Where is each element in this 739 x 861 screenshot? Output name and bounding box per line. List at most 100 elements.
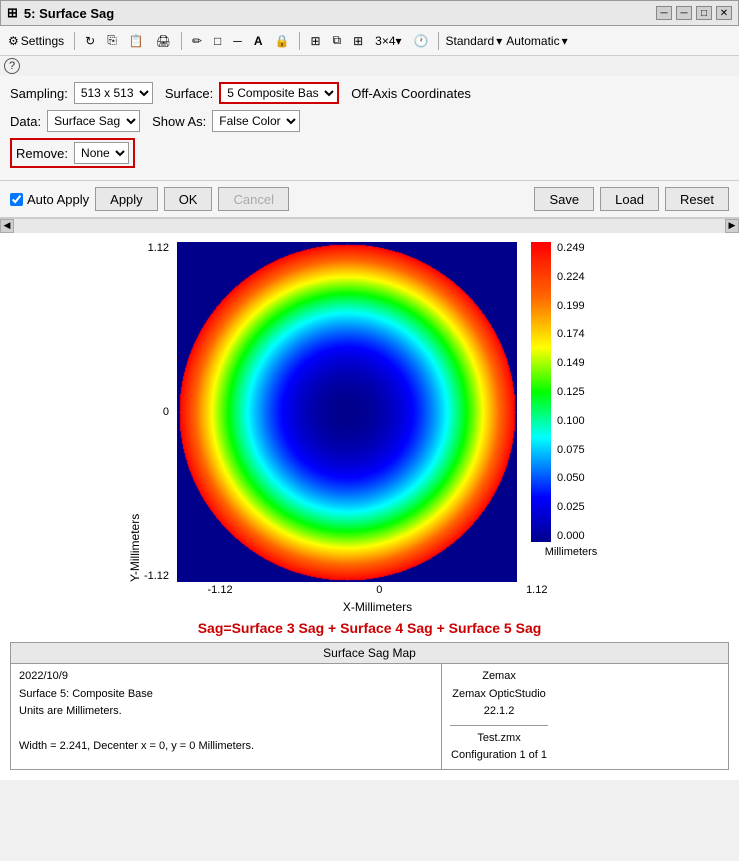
auto-apply-checkbox[interactable] (10, 193, 23, 206)
scroll-right-button[interactable]: ▶ (725, 219, 739, 233)
title-bar: ⊞ 5: Surface Sag ─ ─ □ ✕ (0, 0, 739, 26)
info-software: Zemax OpticStudio 22.1.2 (452, 688, 546, 718)
grid-size-button[interactable]: 3×4▾ (371, 32, 405, 50)
clock-icon: 🕐 (414, 34, 429, 48)
offaxis-group: Off-Axis Coordinates (351, 86, 471, 101)
settings-label: Settings (21, 34, 64, 48)
rectangle-button[interactable]: □ (210, 32, 225, 50)
maximize-button[interactable]: □ (696, 6, 712, 20)
save-button[interactable]: Save (534, 187, 594, 211)
colorbar-canvas (531, 242, 551, 542)
colorbar-label-9: 0.025 (557, 501, 585, 513)
colorbar-label-8: 0.050 (557, 472, 585, 484)
y-tick-top: 1.12 (144, 242, 169, 254)
print-button[interactable]: 🖨 (152, 32, 175, 50)
line-button[interactable]: ─ (229, 32, 246, 50)
text-icon: A (254, 34, 263, 48)
settings-icon: ⚙ (8, 34, 19, 48)
sampling-select[interactable]: 513 x 513 (74, 82, 153, 104)
automatic-label: Automatic (506, 34, 559, 48)
remove-select[interactable]: None (74, 142, 129, 164)
window-icon: ⊞ (7, 5, 18, 21)
horizontal-scrollbar[interactable]: ◀ ▶ (0, 218, 739, 232)
reset-button[interactable]: Reset (665, 187, 729, 211)
close-button[interactable]: ✕ (716, 6, 732, 20)
plot-canvas (177, 242, 517, 582)
grid-button[interactable]: ⊞ (306, 32, 324, 50)
pencil-icon: ✏ (192, 34, 202, 48)
chart-container: Y-Millimeters 1.12 0 -1.12 (128, 242, 611, 614)
info-zemax-top: Zemax Zemax OpticStudio 22.1.2 (450, 668, 548, 721)
standard-chevron-icon: ▾ (496, 34, 502, 48)
cancel-button[interactable]: Cancel (218, 187, 288, 211)
pencil-button[interactable]: ✏ (188, 32, 206, 50)
toolbar: ⚙ Settings ↻ ⎘ 📋 🖨 ✏ □ ─ A 🔒 ⊞ ⧉ ⊞ 3×4▾ … (0, 26, 739, 56)
grid-size-label: 3×4▾ (375, 34, 401, 48)
showas-select[interactable]: False Color (212, 110, 300, 132)
pin-button[interactable]: ─ (656, 6, 672, 20)
window-title: 5: Surface Sag (24, 6, 114, 21)
copy-icon: ⎘ (107, 33, 117, 48)
ok-button[interactable]: OK (164, 187, 213, 211)
toolbar-separator-1 (74, 32, 75, 50)
y-tick-mid: 0 (144, 406, 169, 418)
controls-row-1: Sampling: 513 x 513 Surface: 5 Composite… (10, 82, 729, 104)
minimize-button[interactable]: ─ (676, 6, 692, 20)
reload-button[interactable]: ↻ (81, 32, 99, 50)
data-select[interactable]: Surface Sag (47, 110, 140, 132)
info-company: Zemax (482, 670, 516, 682)
layers-button[interactable]: ⧉ (329, 31, 346, 50)
help-button[interactable]: ? (4, 58, 20, 74)
info-file: Test.zmx (477, 732, 520, 744)
surface-group: Surface: 5 Composite Bas (165, 82, 339, 104)
controls-row-3: Remove: None (10, 138, 729, 168)
text-button[interactable]: A (250, 32, 267, 50)
rectangle-icon: □ (214, 34, 221, 48)
toolbar-separator-4 (438, 32, 439, 50)
info-cell-right: Zemax Zemax OpticStudio 22.1.2 Test.zmx … (442, 664, 556, 769)
y-tick-bot: -1.12 (144, 570, 169, 582)
toolbar-separator-2 (181, 32, 182, 50)
showas-group: Show As: False Color (152, 110, 300, 132)
colorbar-label-5: 0.125 (557, 386, 585, 398)
help-row: ? (0, 56, 739, 76)
clipboard-button[interactable]: 📋 (125, 32, 148, 50)
controls-panel: Sampling: 513 x 513 Surface: 5 Composite… (0, 76, 739, 181)
x-axis-label: X-Millimeters (343, 600, 412, 614)
y-ticks: 1.12 0 -1.12 (144, 242, 169, 582)
matrix-button[interactable]: ⊞ (349, 32, 367, 50)
layers-icon: ⧉ (333, 33, 342, 48)
standard-dropdown[interactable]: Standard ▾ (445, 34, 502, 48)
chart-inner: 1.12 0 -1.12 0.249 0.224 (144, 242, 611, 614)
x-ticks: -1.12 0 1.12 (207, 584, 547, 596)
scroll-track[interactable] (14, 219, 725, 233)
auto-apply-label[interactable]: Auto Apply (10, 192, 89, 207)
apply-button[interactable]: Apply (95, 187, 158, 211)
scroll-left-button[interactable]: ◀ (0, 219, 14, 233)
surface-select[interactable]: 5 Composite Bas (219, 82, 339, 104)
standard-label: Standard (445, 34, 494, 48)
colorbar: 0.249 0.224 0.199 0.174 0.149 0.125 0.10… (531, 242, 611, 558)
info-surface: Surface 5: Composite Base (19, 688, 153, 700)
info-zemax-bottom: Test.zmx Configuration 1 of 1 (450, 730, 548, 765)
showas-label: Show As: (152, 114, 206, 129)
controls-row-2: Data: Surface Sag Show As: False Color (10, 110, 729, 132)
remove-label: Remove: (16, 146, 68, 161)
automatic-dropdown[interactable]: Automatic ▾ (506, 34, 567, 48)
remove-group: Remove: None (10, 138, 135, 168)
y-axis-label: Y-Millimeters (128, 242, 142, 582)
info-config: Configuration 1 of 1 (451, 749, 547, 761)
settings-button[interactable]: ⚙ Settings (4, 32, 68, 50)
colorbar-label-2: 0.199 (557, 300, 585, 312)
offaxis-label: Off-Axis Coordinates (351, 86, 471, 101)
lock-button[interactable]: 🔒 (270, 32, 293, 50)
copy-button[interactable]: ⎘ (103, 31, 121, 50)
info-table: Surface Sag Map 2022/10/9 Surface 5: Com… (10, 642, 729, 770)
colorbar-unit: Millimeters (531, 546, 611, 558)
colorbar-label-4: 0.149 (557, 357, 585, 369)
clock-button[interactable]: 🕐 (410, 32, 433, 50)
data-label: Data: (10, 114, 41, 129)
buttons-row: Auto Apply Apply OK Cancel Save Load Res… (0, 181, 739, 218)
load-button[interactable]: Load (600, 187, 659, 211)
x-tick-right: 1.12 (526, 584, 547, 596)
